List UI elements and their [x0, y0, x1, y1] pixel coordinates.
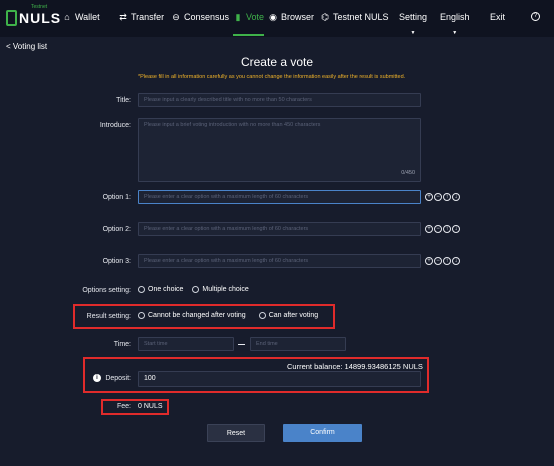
exit-button[interactable]: Exit: [490, 12, 505, 22]
remove-option-icon[interactable]: −: [434, 225, 442, 233]
language-dropdown[interactable]: English ▼: [440, 12, 470, 36]
language-label: English: [440, 12, 470, 22]
character-counter: 0/450: [401, 170, 415, 176]
reset-button[interactable]: Reset: [207, 424, 265, 442]
cannot-change-radio[interactable]: Cannot be changed after voting: [138, 312, 246, 319]
introduce-textarea[interactable]: Please input a brief voting introduction…: [138, 118, 421, 182]
introduce-label: Introduce:: [99, 122, 131, 129]
title-label: Title:: [116, 97, 131, 104]
move-down-icon[interactable]: ↓: [452, 193, 460, 201]
nav-consensus-label: Consensus: [184, 12, 230, 22]
nav-wallet-label: Wallet: [75, 12, 100, 22]
logo-name: NULS: [19, 10, 62, 26]
options-setting-group: One choice Multiple choice: [138, 286, 258, 293]
help-icon: ?: [531, 12, 540, 21]
nav-testnet-nuls[interactable]: ⌬ Testnet NULS: [320, 12, 389, 22]
nav-browser[interactable]: ◉ Browser: [268, 12, 314, 22]
one-choice-label: One choice: [148, 286, 184, 293]
radio-circle-icon: [138, 286, 145, 293]
time-label: Time:: [113, 341, 131, 348]
logo-mark-icon: [6, 10, 17, 26]
option-1-input[interactable]: Please enter a clear option with a maxim…: [138, 190, 421, 204]
nuls-logo[interactable]: Testnet NULS: [6, 4, 60, 32]
can-after-voting-label: Can after voting: [268, 312, 319, 319]
nav-vote[interactable]: ▮ Vote: [233, 12, 265, 36]
can-after-voting-radio[interactable]: Can after voting: [258, 312, 319, 319]
option-2-placeholder: Please enter a clear option with a maxim…: [144, 226, 309, 232]
page-title: Create a vote: [240, 55, 314, 69]
chevron-down-icon: ▼: [452, 30, 458, 36]
option-3-label: Option 3:: [102, 258, 131, 265]
add-option-icon[interactable]: +: [425, 193, 433, 201]
result-setting-group: Cannot be changed after voting Can after…: [138, 312, 327, 319]
back-to-voting-list-link[interactable]: < Voting list: [6, 42, 47, 51]
nav-consensus[interactable]: ⊖ Consensus: [171, 12, 229, 22]
setting-label: Setting: [399, 12, 428, 22]
option-3-actions: + − ↑ ↓: [425, 257, 460, 265]
radio-circle-icon: [258, 312, 266, 319]
move-up-icon[interactable]: ↑: [443, 193, 451, 201]
option-3-placeholder: Please enter a clear option with a maxim…: [144, 258, 309, 264]
nav-browser-label: Browser: [281, 12, 315, 22]
move-down-icon[interactable]: ↓: [452, 257, 460, 265]
fee-value: 0 NULS: [138, 403, 163, 410]
option-2-label: Option 2:: [102, 226, 131, 233]
nav-vote-label: Vote: [246, 12, 265, 22]
move-down-icon[interactable]: ↓: [452, 225, 460, 233]
chevron-down-icon: ▼: [410, 30, 416, 36]
consensus-icon: ⊖: [172, 12, 180, 22]
radio-circle-icon: [138, 312, 145, 319]
option-1-actions: + − ↑ ↓: [425, 193, 460, 201]
nav-transfer[interactable]: ⇄ Transfer: [118, 12, 164, 22]
start-time-placeholder: Start time: [144, 341, 168, 347]
multiple-choice-radio[interactable]: Multiple choice: [192, 286, 249, 293]
move-up-icon[interactable]: ↑: [443, 225, 451, 233]
option-1-placeholder: Please enter a clear option with a maxim…: [144, 194, 309, 200]
end-time-placeholder: End time: [256, 341, 278, 347]
radio-circle-icon: [192, 286, 200, 293]
setting-dropdown[interactable]: Setting ▼: [399, 12, 428, 36]
nav-testnet-label: Testnet NULS: [333, 12, 389, 22]
result-setting-label: Result setting:: [86, 313, 131, 320]
option-3-input[interactable]: Please enter a clear option with a maxim…: [138, 254, 421, 268]
nav-wallet[interactable]: ⌂ Wallet: [62, 12, 100, 22]
top-navigation-bar: Testnet NULS ⌂ Wallet ⇄ Transfer ⊖ Conse…: [0, 0, 554, 37]
one-choice-radio[interactable]: One choice: [138, 286, 183, 293]
deposit-label: Deposit:: [105, 375, 131, 382]
remove-option-icon[interactable]: −: [434, 257, 442, 265]
transfer-icon: ⇄: [119, 12, 127, 22]
introduce-placeholder: Please input a brief voting introduction…: [144, 122, 321, 128]
options-setting-label: Options setting:: [82, 287, 131, 294]
home-icon: ⌂: [64, 12, 70, 22]
title-input[interactable]: Please input a clearly described title w…: [138, 93, 421, 107]
browser-icon: ◉: [269, 12, 277, 22]
vote-icon: ▮: [235, 12, 241, 22]
option-1-label: Option 1:: [102, 194, 131, 201]
multiple-choice-label: Multiple choice: [202, 286, 249, 293]
deposit-value: 100: [144, 375, 156, 382]
nav-transfer-label: Transfer: [131, 12, 165, 22]
testnet-icon: ⌬: [321, 12, 329, 22]
confirm-button[interactable]: Confirm: [283, 424, 362, 442]
exit-label: Exit: [490, 12, 506, 22]
fee-label: Fee:: [116, 403, 131, 410]
add-option-icon[interactable]: +: [425, 225, 433, 233]
end-time-input[interactable]: End time: [250, 337, 346, 351]
remove-option-icon[interactable]: −: [434, 193, 442, 201]
move-up-icon[interactable]: ↑: [443, 257, 451, 265]
option-2-input[interactable]: Please enter a clear option with a maxim…: [138, 222, 421, 236]
cannot-change-label: Cannot be changed after voting: [148, 312, 246, 319]
title-placeholder: Please input a clearly described title w…: [144, 97, 312, 103]
deposit-input[interactable]: 100: [138, 371, 421, 387]
option-2-actions: + − ↑ ↓: [425, 225, 460, 233]
time-range-separator: [238, 344, 245, 345]
current-balance: Current balance: 14899.93486125 NULS: [287, 362, 423, 371]
help-button[interactable]: ?: [531, 12, 540, 21]
start-time-input[interactable]: Start time: [138, 337, 234, 351]
warning-notice: *Please fill in all information carefull…: [138, 74, 406, 80]
add-option-icon[interactable]: +: [425, 257, 433, 265]
